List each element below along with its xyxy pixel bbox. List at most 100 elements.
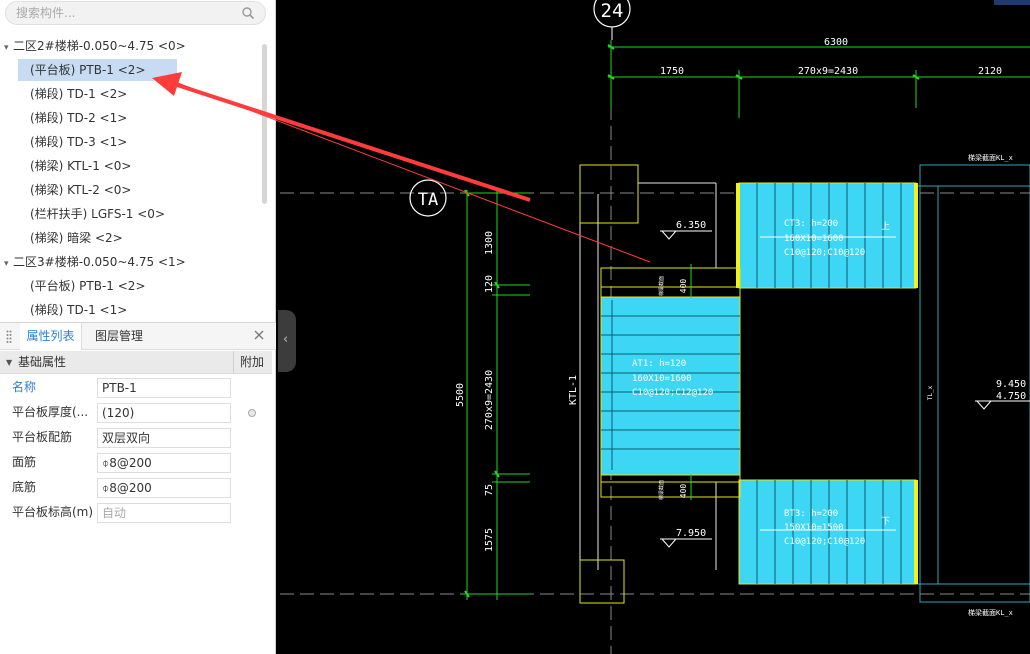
property-row-bottom-bar: 底筋 ⌽8@200	[0, 475, 272, 500]
axis-label: 24	[601, 0, 624, 22]
property-label: 平台板标高(m)	[12, 505, 94, 519]
property-value-field[interactable]: 自动	[97, 503, 231, 523]
beam-label: KTL-1	[568, 375, 579, 405]
close-icon[interactable]	[252, 328, 266, 342]
dim-text: 1750	[660, 66, 684, 77]
tab-property-list[interactable]: 属性列表	[20, 323, 82, 350]
dim-text: 2120	[978, 66, 1002, 77]
structure-outline	[579, 182, 717, 600]
tree-item-selected[interactable]: (平台板) PTB-1 <2>	[18, 59, 177, 81]
panel-tabs: 属性列表 图层管理	[0, 323, 276, 350]
dim-text: 400	[679, 484, 688, 499]
stair-flight-at1[interactable]: AT1: h=120 160X10=1600 C10@120;C12@120	[600, 296, 741, 476]
tree-group[interactable]: ▾ 二区2#楼梯-0.050~4.75 <0>	[4, 35, 186, 57]
column-divider	[233, 351, 234, 374]
chevron-left-icon: ‹	[283, 332, 289, 347]
dim-text: 270x9=2430	[484, 370, 495, 430]
collapse-arrow-icon[interactable]: ▾	[4, 37, 13, 59]
dim-text: 270x9=2430	[798, 66, 858, 77]
flight-label: 160X10=1600	[784, 234, 844, 244]
tree-item[interactable]: (梯段) TD-2 <1>	[30, 107, 127, 129]
component-panel: ▾二区2#楼梯-0.050~4.75 <0> (平台板) PTB-1 <2> (…	[0, 0, 276, 654]
property-row-top-bar: 面筋 ⌽8@200	[0, 450, 272, 475]
component-tree: ▾ 二区2#楼梯-0.050~4.75 <0> (平台板) PTB-1 <2> (…	[0, 35, 268, 317]
tab-layer-manager[interactable]: 图层管理	[95, 323, 143, 350]
dimension-texts-vertical: 5500 1300 120 270x9=2430 75 1575	[455, 231, 495, 552]
tree-group[interactable]: ▾ 二区3#楼梯-0.050~4.75 <1>	[4, 251, 186, 273]
tree-item[interactable]: (梯段) TD-3 <1>	[30, 131, 127, 153]
elevation-markers	[660, 230, 1030, 548]
extra-checkbox[interactable]	[248, 409, 256, 417]
direction-label: 上	[881, 221, 890, 232]
axis-bubble-ta: TA	[409, 179, 447, 217]
wall-outline	[916, 164, 1030, 603]
flight-label: 160X10=1600	[632, 374, 692, 384]
tree-item[interactable]: (梯段) TD-1 <1>	[30, 299, 127, 317]
tree-item[interactable]: (梯梁) KTL-2 <0>	[30, 179, 131, 201]
tree-item[interactable]: (平台板) PTB-1 <2>	[30, 275, 146, 297]
tree-item[interactable]: (梯段) TD-1 <2>	[30, 83, 127, 105]
stair-flight-ct3[interactable]: CT3: h=200 160X10=1600 C10@120;C10@120 上	[736, 182, 918, 289]
search-icon[interactable]	[241, 6, 255, 20]
property-value-field[interactable]: (120)	[97, 403, 231, 423]
flight-label: CT3: h=200	[784, 219, 838, 229]
dim-text: 5500	[455, 383, 466, 407]
section-header[interactable]: ▼ 基础属性 附加	[0, 351, 272, 374]
search-input[interactable]	[16, 5, 236, 21]
axis-bubble-24: 24	[593, 0, 631, 40]
stair-flight-bt3[interactable]: BT3: h=200 150X10=1500 C10@120;C10@120 下	[738, 479, 918, 585]
property-row-reinforcement: 平台板配筋 双层双向	[0, 425, 272, 450]
tree-group-label: 二区2#楼梯-0.050~4.75 <0>	[13, 39, 186, 53]
property-row-name: 名称 PTB-1	[0, 375, 272, 400]
dimension-lines-horizontal	[607, 40, 1030, 118]
tree-scrollbar[interactable]	[262, 44, 267, 204]
dimension-lines-vertical	[462, 189, 530, 600]
elevation-texts: 6.350 7.950 9.450 4.750	[676, 220, 1026, 539]
beam-tag: 梯梁截面	[658, 480, 665, 500]
tree-item-label: (平台板) PTB-1 <2>	[30, 63, 146, 77]
dim-text: 1300	[484, 231, 495, 255]
window-corner-strip	[994, 0, 1030, 5]
tree-item[interactable]: (栏杆扶手) LGFS-1 <0>	[30, 203, 165, 225]
column[interactable]	[579, 164, 639, 224]
panel-collapse-handle[interactable]: ‹	[278, 310, 296, 372]
property-value-field[interactable]: ⌽8@200	[97, 478, 231, 498]
section-tag: 梯梁截面KL_x	[968, 153, 1013, 162]
dim-text: 1575	[484, 528, 495, 552]
beam-tag: 梯梁截面	[658, 276, 665, 296]
search-box[interactable]	[5, 1, 266, 25]
flight-label: C10@120;C10@120	[784, 248, 865, 258]
property-value-field[interactable]: 双层双向	[97, 428, 231, 448]
drag-grip-icon[interactable]	[6, 330, 12, 343]
elevation-text: 6.350	[676, 220, 706, 231]
flight-label: C10@120;C10@120	[784, 537, 865, 547]
column[interactable]	[579, 559, 625, 604]
elevation-text: 7.950	[676, 528, 706, 539]
flight-label: AT1: h=120	[632, 359, 686, 369]
flight-label: BT3: h=200	[784, 509, 838, 519]
property-value-field[interactable]: ⌽8@200	[97, 453, 231, 473]
property-label: 底筋	[12, 480, 37, 494]
column-header-extra: 附加	[240, 355, 265, 369]
collapse-arrow-icon[interactable]: ▼	[6, 351, 12, 374]
flight-label: 150X10=1500	[784, 523, 844, 533]
dim-text: 400	[679, 279, 688, 294]
elevation-text: 9.450	[996, 379, 1026, 390]
dim-text: 120	[484, 275, 495, 293]
property-row-elevation: 平台板标高(m) 自动	[0, 500, 272, 525]
platform-beams[interactable]: 400 400 梯梁截面 梯梁截面	[600, 264, 741, 500]
axis-label: TA	[418, 190, 438, 210]
elevation-text: 4.750	[996, 391, 1026, 402]
property-label: 平台板配筋	[12, 430, 73, 444]
dim-text: 6300	[824, 37, 848, 48]
tree-item[interactable]: (梯梁) KTL-1 <0>	[30, 155, 131, 177]
property-label: 平台板厚度(...	[12, 405, 89, 419]
property-label: 名称	[12, 380, 37, 394]
dimension-texts-horizontal: 6300 1750 270x9=2430 2120	[660, 37, 1002, 77]
section-title: 基础属性	[18, 355, 67, 369]
property-value-field[interactable]: PTB-1	[97, 378, 231, 398]
tree-item[interactable]: (梯梁) 暗梁 <2>	[30, 227, 123, 249]
property-row-thickness: 平台板厚度(... (120)	[0, 400, 272, 425]
flight-label: C10@120;C12@120	[632, 388, 713, 398]
collapse-arrow-icon[interactable]: ▾	[4, 253, 13, 275]
